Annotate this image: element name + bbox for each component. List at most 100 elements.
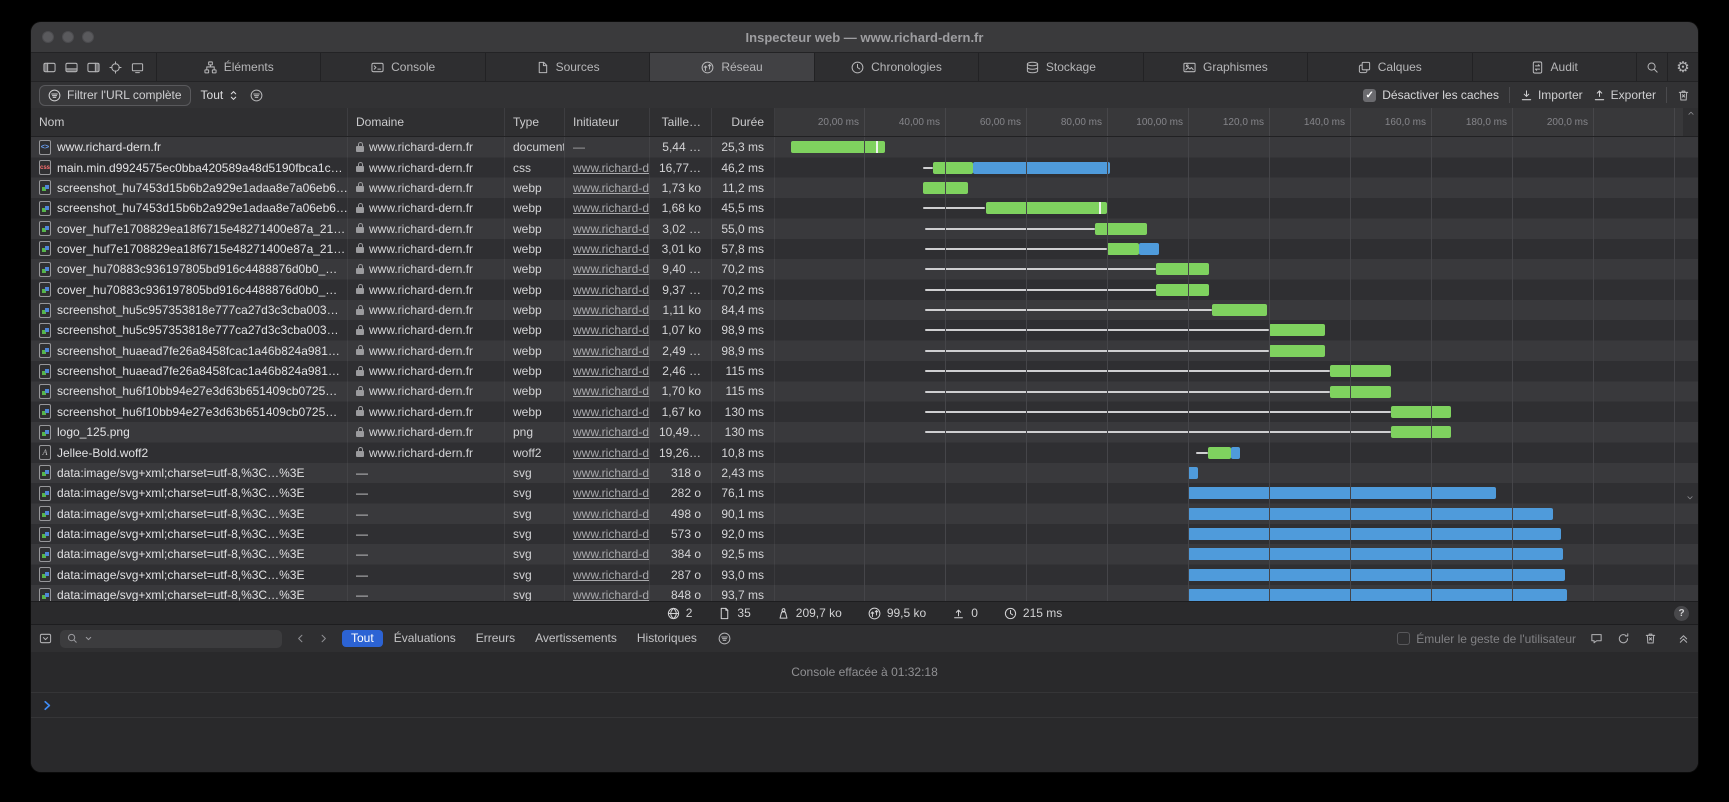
resource-initiator[interactable]: www.richard-d… — [573, 201, 649, 215]
resource-initiator[interactable]: www.richard-d… — [573, 425, 649, 439]
zoom-window-button[interactable] — [82, 31, 94, 43]
column-header-nom[interactable]: Nom — [31, 108, 348, 136]
reload-icon[interactable] — [1617, 632, 1630, 645]
tab-audit[interactable]: Audit — [1472, 53, 1636, 81]
panel-right-icon[interactable] — [87, 61, 100, 74]
table-row[interactable]: <>www.richard-dern.frwww.richard-dern.fr… — [31, 137, 1698, 157]
import-button[interactable]: Importer — [1520, 88, 1583, 102]
resource-initiator[interactable]: www.richard-d… — [573, 507, 649, 521]
table-row[interactable]: screenshot_hu5c957353818e777ca27d3c3cba0… — [31, 300, 1698, 320]
table-row[interactable]: screenshot_huaead7fe26a8458fcac1a46b824a… — [31, 361, 1698, 381]
settings-button[interactable]: ⚙ — [1667, 53, 1698, 81]
table-row[interactable]: screenshot_hu6f10bb94e27e3d63b651409cb07… — [31, 381, 1698, 401]
export-button[interactable]: Exporter — [1593, 88, 1656, 102]
table-row[interactable]: screenshot_hu5c957353818e777ca27d3c3cba0… — [31, 320, 1698, 340]
resource-duration: 115 ms — [726, 364, 764, 378]
console-scope-évaluations[interactable]: Évaluations — [385, 630, 465, 647]
tab-stockage[interactable]: Stockage — [978, 53, 1142, 81]
table-row[interactable]: cover_huf7e1708829ea18f6715e48271400e87a… — [31, 239, 1698, 259]
emulate-user-gesture-checkbox[interactable]: Émuler le geste de l'utilisateur — [1397, 632, 1576, 646]
resource-initiator[interactable]: www.richard-d… — [573, 323, 649, 337]
collapse-console-icon[interactable] — [1677, 632, 1690, 645]
table-row[interactable]: cssmain.min.d9924575ec0bba420589a48d5190… — [31, 157, 1698, 177]
table-row[interactable]: screenshot_hu7453d15b6b2a929e1adaa8e7a06… — [31, 198, 1698, 218]
column-header-initiateur[interactable]: Initiateur — [565, 108, 650, 136]
table-row[interactable]: data:image/svg+xml;charset=utf-8,%3C…%3E… — [31, 483, 1698, 503]
waterfall-line-segment — [923, 167, 933, 169]
resource-initiator[interactable]: www.richard-d… — [573, 384, 649, 398]
tab-éléments[interactable]: Éléments — [156, 53, 320, 81]
tab-graphismes[interactable]: Graphismes — [1143, 53, 1307, 81]
table-row[interactable]: screenshot_hu7453d15b6b2a929e1adaa8e7a06… — [31, 178, 1698, 198]
column-header-domaine[interactable]: Domaine — [348, 108, 505, 136]
resource-initiator[interactable]: www.richard-d… — [573, 262, 649, 276]
console-scope-avertissements[interactable]: Avertissements — [526, 630, 626, 647]
console-scope-erreurs[interactable]: Erreurs — [467, 630, 524, 647]
resource-duration: 70,2 ms — [721, 283, 764, 297]
table-row[interactable]: data:image/svg+xml;charset=utf-8,%3C…%3E… — [31, 524, 1698, 544]
console-mode-button[interactable] — [39, 632, 52, 645]
panel-bottom-icon[interactable] — [65, 61, 78, 74]
resource-initiator[interactable]: www.richard-d… — [573, 486, 649, 500]
tab-console[interactable]: Console — [320, 53, 484, 81]
resource-type-select[interactable]: Tout — [201, 88, 241, 102]
previous-result-button[interactable] — [294, 632, 307, 645]
tab-chronologies[interactable]: Chronologies — [814, 53, 978, 81]
table-row[interactable]: data:image/svg+xml;charset=utf-8,%3C…%3E… — [31, 544, 1698, 564]
resource-initiator[interactable]: www.richard-d… — [573, 242, 649, 256]
device-icon[interactable] — [131, 61, 144, 74]
resource-initiator[interactable]: www.richard-d… — [573, 222, 649, 236]
table-row[interactable]: data:image/svg+xml;charset=utf-8,%3C…%3E… — [31, 503, 1698, 523]
console-scope-tout[interactable]: Tout — [342, 630, 383, 647]
table-row[interactable]: AJellee-Bold.woff2www.richard-dern.frwof… — [31, 442, 1698, 462]
tab-réseau[interactable]: Réseau — [649, 53, 813, 81]
resource-initiator[interactable]: www.richard-d… — [573, 181, 649, 195]
help-button[interactable]: ? — [1674, 606, 1689, 621]
speech-bubble-icon[interactable] — [1590, 632, 1603, 645]
console-scope-historiques[interactable]: Historiques — [628, 630, 706, 647]
scrollbar-down-arrow[interactable] — [1685, 492, 1695, 506]
resource-initiator[interactable]: www.richard-d… — [573, 303, 649, 317]
table-row[interactable]: screenshot_huaead7fe26a8458fcac1a46b824a… — [31, 341, 1698, 361]
column-header-taille[interactable]: Taille… — [650, 108, 712, 136]
table-row[interactable]: cover_hu70883c936197805bd916c4488876d0b0… — [31, 259, 1698, 279]
resource-initiator[interactable]: www.richard-d… — [573, 466, 649, 480]
table-row[interactable]: screenshot_hu6f10bb94e27e3d63b651409cb07… — [31, 402, 1698, 422]
table-row[interactable]: data:image/svg+xml;charset=utf-8,%3C…%3E… — [31, 463, 1698, 483]
resource-initiator[interactable]: www.richard-d… — [573, 588, 649, 601]
resource-initiator[interactable]: www.richard-d… — [573, 283, 649, 297]
table-row[interactable]: cover_hu70883c936197805bd916c4488876d0b0… — [31, 280, 1698, 300]
panel-left-icon[interactable] — [43, 61, 56, 74]
resource-initiator[interactable]: www.richard-d… — [573, 446, 649, 460]
resource-initiator[interactable]: www.richard-d… — [573, 344, 649, 358]
next-result-button[interactable] — [317, 632, 330, 645]
scrollbar-up-arrow[interactable] — [1683, 108, 1698, 136]
resource-initiator[interactable]: www.richard-d… — [573, 405, 649, 419]
resource-initiator[interactable]: www.richard-d… — [573, 527, 649, 541]
search-button[interactable] — [1636, 53, 1667, 81]
table-row[interactable]: logo_125.pngwww.richard-dern.frpngwww.ri… — [31, 422, 1698, 442]
console-search-input[interactable] — [60, 630, 282, 648]
trash-icon[interactable] — [1644, 632, 1657, 645]
cell-domain: www.richard-dern.fr — [348, 198, 505, 218]
table-row[interactable]: data:image/svg+xml;charset=utf-8,%3C…%3E… — [31, 585, 1698, 601]
column-header-type[interactable]: Type — [505, 108, 565, 136]
resource-initiator[interactable]: www.richard-d… — [573, 568, 649, 582]
disable-caches-checkbox[interactable]: ✓ Désactiver les caches — [1363, 88, 1499, 102]
close-window-button[interactable] — [42, 31, 54, 43]
url-filter-field[interactable]: Filtrer l'URL complète — [39, 85, 191, 106]
resource-initiator[interactable]: www.richard-d… — [573, 547, 649, 561]
console-filter-button[interactable] — [718, 632, 731, 645]
table-row[interactable]: data:image/svg+xml;charset=utf-8,%3C…%3E… — [31, 565, 1698, 585]
filter-circle-button[interactable] — [250, 89, 263, 102]
resource-initiator[interactable]: www.richard-d… — [573, 161, 649, 175]
target-icon[interactable] — [109, 61, 122, 74]
console-prompt[interactable] — [31, 693, 1698, 718]
minimize-window-button[interactable] — [62, 31, 74, 43]
clear-network-items-button[interactable] — [1677, 89, 1690, 102]
column-header-duree[interactable]: Durée — [712, 108, 775, 136]
table-row[interactable]: cover_huf7e1708829ea18f6715e48271400e87a… — [31, 218, 1698, 238]
resource-initiator[interactable]: www.richard-d… — [573, 364, 649, 378]
tab-calques[interactable]: Calques — [1307, 53, 1471, 81]
tab-sources[interactable]: Sources — [485, 53, 649, 81]
